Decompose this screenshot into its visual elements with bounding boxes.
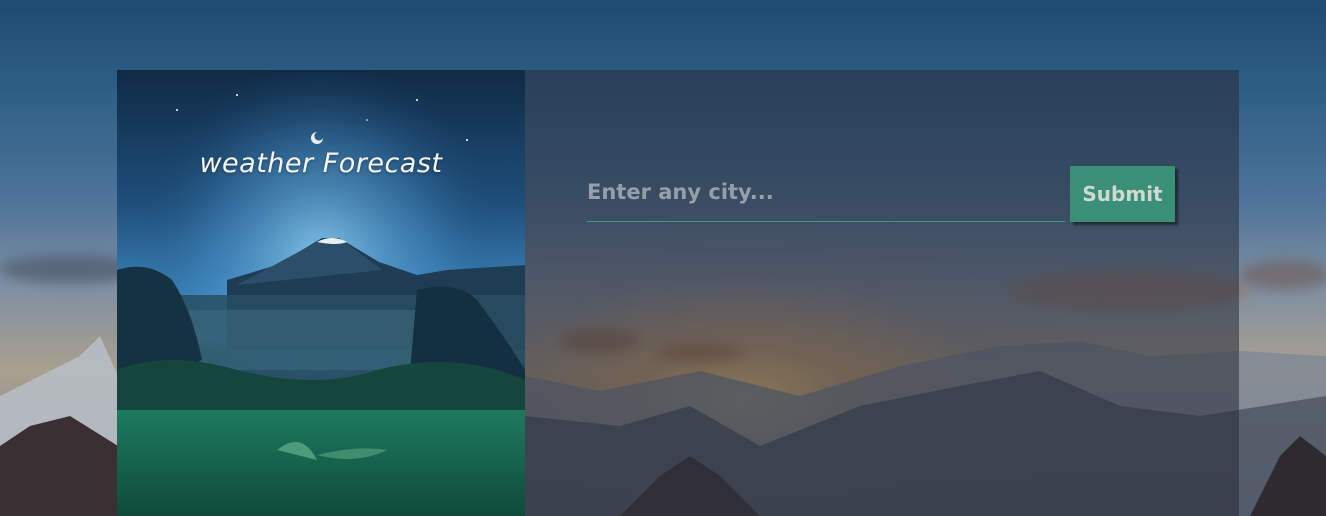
mountain-illustration xyxy=(117,70,525,516)
city-search-input[interactable] xyxy=(587,166,1065,222)
weather-card: weather Forecast Submit xyxy=(117,70,1239,516)
poster-image: weather Forecast xyxy=(117,70,525,516)
search-panel: Submit xyxy=(525,70,1239,516)
submit-button[interactable]: Submit xyxy=(1070,166,1175,222)
cloud xyxy=(1240,260,1326,290)
app-title: weather Forecast xyxy=(199,148,443,179)
search-form: Submit xyxy=(587,166,1179,222)
